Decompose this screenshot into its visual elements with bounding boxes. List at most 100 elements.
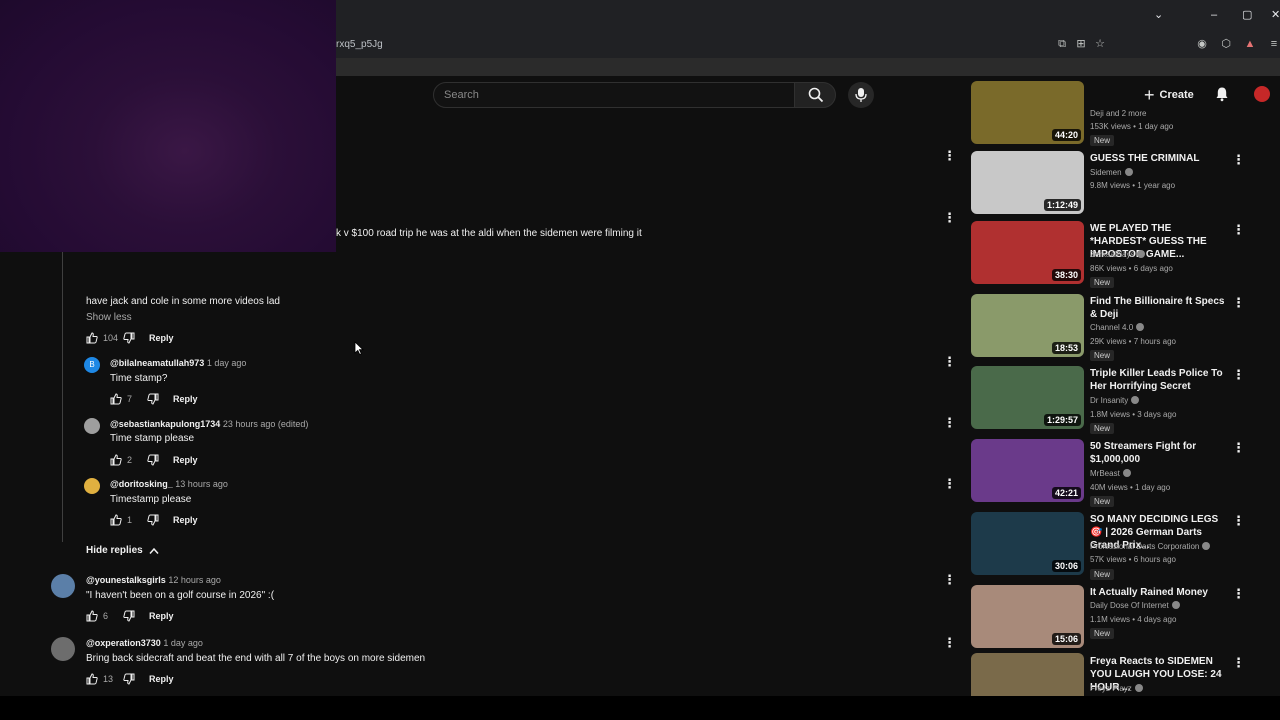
thumbs-down-icon[interactable]: [123, 673, 135, 685]
video-thumbnail[interactable]: 30:06: [971, 512, 1084, 575]
notifications-bell-icon[interactable]: [1214, 86, 1230, 102]
thumbs-down-icon[interactable]: [147, 454, 159, 466]
comment-author[interactable]: @oxperation3730 1 day ago: [86, 638, 203, 648]
video-channel[interactable]: Deji and 2 more: [1090, 109, 1146, 118]
reply-button[interactable]: Reply: [149, 611, 174, 621]
comment-more-icon[interactable]: ⋮: [943, 355, 956, 368]
reply-button[interactable]: Reply: [149, 333, 174, 343]
video-more-icon[interactable]: ⋮: [1232, 296, 1245, 309]
comment-more-icon[interactable]: ⋮: [943, 477, 956, 490]
thumbs-down-icon[interactable]: [123, 332, 135, 344]
screenshot-icon[interactable]: ⧉: [1056, 38, 1068, 50]
video-stats: 9.8M views • 1 year ago: [1090, 181, 1176, 190]
search-button[interactable]: [794, 82, 836, 108]
video-stats: 153K views • 1 day ago: [1090, 122, 1174, 131]
verified-icon: [1131, 396, 1140, 404]
extension-badge-icon[interactable]: ▲: [1244, 38, 1256, 50]
thumbs-up-icon[interactable]: [86, 673, 98, 685]
avatar[interactable]: [84, 478, 100, 494]
video-thumbnail[interactable]: 42:21: [971, 439, 1084, 502]
minimize-icon[interactable]: –: [1211, 8, 1217, 22]
video-channel[interactable]: Dr Insanity: [1090, 396, 1140, 405]
video-thumbnail[interactable]: 15:06: [971, 585, 1084, 648]
thumbs-down-icon[interactable]: [147, 514, 159, 526]
thumbs-up-icon[interactable]: [86, 610, 98, 622]
extensions-icon[interactable]: ⬡: [1220, 38, 1232, 50]
search-input[interactable]: [433, 82, 795, 108]
video-more-icon[interactable]: ⋮: [1232, 656, 1245, 669]
chevron-down-icon[interactable]: ⌄: [1154, 8, 1163, 22]
thumbs-up-icon[interactable]: [86, 332, 98, 344]
voice-search-button[interactable]: [848, 82, 874, 108]
video-title[interactable]: It Actually Rained Money: [1090, 586, 1230, 599]
video-more-icon[interactable]: ⋮: [1232, 514, 1245, 527]
video-thumbnail[interactable]: 44:20: [971, 81, 1084, 144]
video-more-icon[interactable]: ⋮: [1232, 153, 1245, 166]
video-stats: 29K views • 7 hours ago: [1090, 337, 1176, 346]
reply-button[interactable]: Reply: [173, 515, 198, 525]
video-more-icon[interactable]: ⋮: [1232, 441, 1245, 454]
comment-actions: 6 Reply: [86, 609, 174, 623]
video-channel[interactable]: Professional Darts Corporation: [1090, 542, 1211, 551]
show-less-link[interactable]: Show less: [86, 312, 132, 323]
video-more-icon[interactable]: ⋮: [1232, 587, 1245, 600]
avatar[interactable]: [84, 418, 100, 434]
video-thumbnail[interactable]: 1:29:57: [971, 366, 1084, 429]
thumbs-down-icon[interactable]: [147, 393, 159, 405]
maximize-icon[interactable]: ▢: [1242, 8, 1252, 22]
comment-more-icon[interactable]: ⋮: [943, 636, 956, 649]
like-count: 13: [103, 674, 114, 684]
video-channel[interactable]: Sidemen: [1090, 168, 1133, 177]
thumbs-up-icon[interactable]: [110, 454, 122, 466]
video-title[interactable]: 50 Streamers Fight for $1,000,000: [1090, 440, 1230, 466]
comment-author[interactable]: @younestalksgirls 12 hours ago: [86, 575, 221, 585]
comment-more-icon[interactable]: ⋮: [943, 211, 956, 224]
video-more-icon[interactable]: ⋮: [1232, 368, 1245, 381]
comment-more-icon[interactable]: ⋮: [943, 149, 956, 162]
video-title[interactable]: Find The Billionaire ft Specs & Deji: [1090, 295, 1230, 321]
reply-author[interactable]: @doritosking_ 13 hours ago: [110, 479, 228, 489]
create-button[interactable]: + Create: [1144, 84, 1194, 106]
reply-actions: 2 Reply: [110, 453, 198, 467]
video-channel[interactable]: Daily Dose Of Internet: [1090, 601, 1180, 610]
avatar[interactable]: B: [84, 357, 100, 373]
video-channel[interactable]: Channel 4.0: [1090, 323, 1145, 332]
reply-author[interactable]: @bilalneamatullah973 1 day ago: [110, 358, 246, 368]
video-stats: 40M views • 1 day ago: [1090, 483, 1171, 492]
video-stats: 1.1M views • 4 days ago: [1090, 615, 1177, 624]
close-icon[interactable]: ✕: [1271, 8, 1280, 22]
thumbs-up-icon[interactable]: [110, 514, 122, 526]
verified-icon: [1124, 168, 1133, 176]
reply-text: Timestamp please: [110, 494, 192, 505]
reply-author[interactable]: @sebastiankapulong1734 23 hours ago (edi…: [110, 419, 308, 429]
video-stats: 57K views • 6 hours ago: [1090, 555, 1176, 564]
install-icon[interactable]: ⊞: [1075, 38, 1087, 50]
video-channel[interactable]: MrBeast: [1090, 469, 1131, 478]
reply-button[interactable]: Reply: [173, 394, 198, 404]
video-title[interactable]: GUESS THE CRIMINAL: [1090, 152, 1230, 165]
video-thumbnail[interactable]: 38:30: [971, 221, 1084, 284]
reply-button[interactable]: Reply: [149, 674, 174, 684]
reply-button[interactable]: Reply: [173, 455, 198, 465]
menu-icon[interactable]: ≡: [1268, 38, 1280, 50]
video-channel[interactable]: ZerkaaPlays: [1090, 250, 1146, 259]
avatar[interactable]: [51, 637, 75, 661]
hide-replies-button[interactable]: Hide replies: [86, 545, 159, 556]
video-thumbnail[interactable]: 18:53: [971, 294, 1084, 357]
thumbs-up-icon[interactable]: [110, 393, 122, 405]
video-title[interactable]: Triple Killer Leads Police To Her Horrif…: [1090, 367, 1230, 393]
comment-actions: 104 Reply: [86, 331, 174, 345]
account-avatar[interactable]: [1254, 86, 1270, 102]
bookmark-star-icon[interactable]: ☆: [1094, 38, 1106, 50]
video-thumbnail[interactable]: [971, 653, 1084, 696]
comment-more-icon[interactable]: ⋮: [943, 416, 956, 429]
avatar[interactable]: [51, 574, 75, 598]
video-thumbnail[interactable]: 1:12:49: [971, 151, 1084, 214]
video-channel[interactable]: Freyz Playz: [1090, 684, 1143, 693]
profile-icon[interactable]: ◉: [1196, 38, 1208, 50]
thumbs-down-icon[interactable]: [123, 610, 135, 622]
comment-more-icon[interactable]: ⋮: [943, 573, 956, 586]
like-count: 7: [127, 394, 133, 404]
url-text[interactable]: rxq5_p5Jg: [336, 39, 383, 50]
video-more-icon[interactable]: ⋮: [1232, 223, 1245, 236]
